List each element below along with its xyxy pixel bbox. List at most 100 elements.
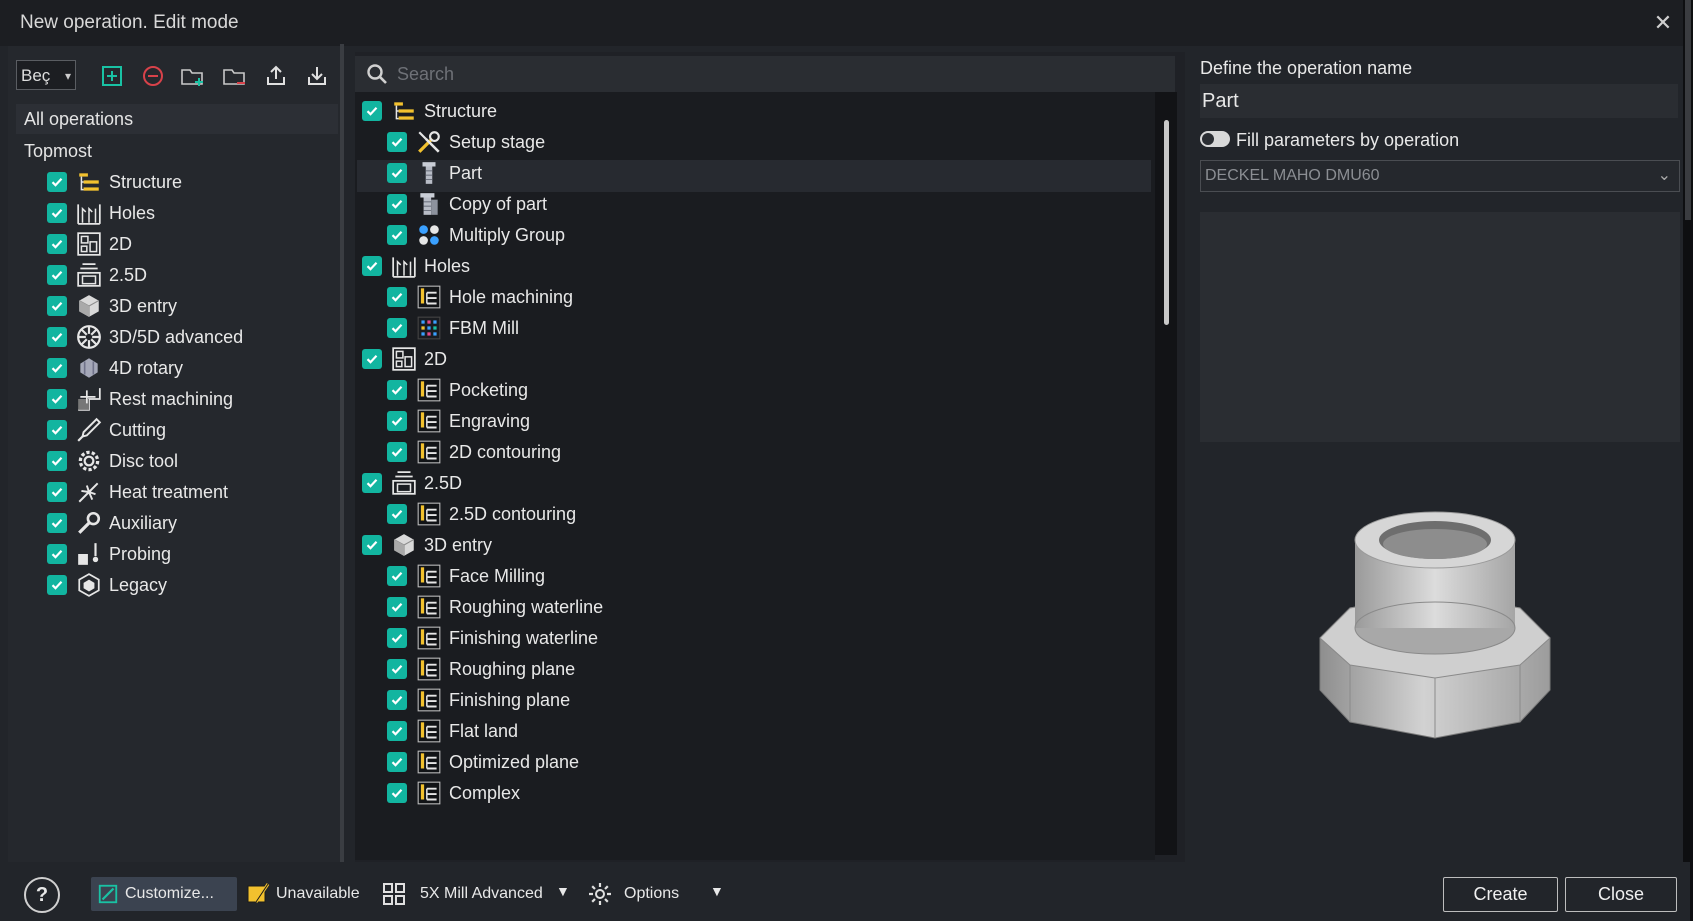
operation-item[interactable]: Roughing waterline — [387, 592, 603, 622]
checkbox[interactable] — [47, 482, 67, 502]
checkbox[interactable] — [47, 296, 67, 316]
operation-item[interactable]: Complex — [387, 778, 520, 808]
all-operations-item[interactable]: All operations — [16, 104, 338, 134]
operation-item[interactable]: Hole machining — [387, 282, 573, 312]
operation-item[interactable]: Part — [387, 158, 482, 188]
mode-chevron-icon[interactable]: ▼ — [556, 883, 570, 899]
operations-scrollbar-thumb[interactable] — [1164, 120, 1169, 325]
checkbox[interactable] — [387, 132, 407, 152]
checkbox[interactable] — [47, 265, 67, 285]
checkbox[interactable] — [47, 358, 67, 378]
machine-select[interactable]: DECKEL MAHO DMU60 ⌄ — [1200, 160, 1680, 192]
operation-item[interactable]: Pocketing — [387, 375, 528, 405]
operation-item[interactable]: 2D contouring — [387, 437, 561, 467]
close-icon[interactable]: ✕ — [1648, 8, 1678, 38]
checkbox[interactable] — [362, 473, 382, 493]
options-chevron-icon[interactable]: ▼ — [710, 883, 724, 899]
operation-item[interactable]: Setup stage — [387, 127, 545, 157]
checkbox[interactable] — [387, 721, 407, 741]
checkbox[interactable] — [387, 318, 407, 338]
category-item[interactable]: Holes — [47, 198, 155, 228]
checkbox[interactable] — [362, 535, 382, 555]
category-item[interactable]: 3D/5D advanced — [47, 322, 243, 352]
customize-button[interactable]: Customize... — [91, 877, 237, 911]
checkbox[interactable] — [362, 256, 382, 276]
checkbox[interactable] — [387, 566, 407, 586]
category-item[interactable]: Disc tool — [47, 446, 178, 476]
options-button[interactable]: Options — [588, 879, 679, 909]
checkbox[interactable] — [387, 442, 407, 462]
checkbox[interactable] — [387, 752, 407, 772]
operation-group-item[interactable]: 2.5D — [362, 468, 462, 498]
operation-name-input[interactable]: Part — [1200, 84, 1678, 118]
window-scrollbar-thumb[interactable] — [1685, 0, 1691, 220]
category-item[interactable]: Auxiliary — [47, 508, 177, 538]
checkbox[interactable] — [387, 380, 407, 400]
checkbox[interactable] — [47, 420, 67, 440]
checkbox[interactable] — [387, 411, 407, 431]
checkbox[interactable] — [362, 349, 382, 369]
operation-group-item[interactable]: 3D entry — [362, 530, 492, 560]
category-item[interactable]: 4D rotary — [47, 353, 183, 383]
unavailable-toggle[interactable]: Unavailable — [246, 879, 360, 909]
operation-item[interactable]: Face Milling — [387, 561, 545, 591]
checkbox[interactable] — [387, 163, 407, 183]
operation-item[interactable]: Finishing plane — [387, 685, 570, 715]
checkbox[interactable] — [387, 597, 407, 617]
create-button[interactable]: Create — [1443, 877, 1558, 912]
checkbox[interactable] — [387, 690, 407, 710]
search-input[interactable]: Search — [397, 64, 454, 85]
checkbox[interactable] — [47, 575, 67, 595]
operation-item[interactable]: Multiply Group — [387, 220, 565, 250]
panel-splitter[interactable] — [340, 44, 344, 864]
remove-icon[interactable] — [138, 62, 168, 90]
checkbox[interactable] — [47, 234, 67, 254]
mode-dropdown[interactable]: 5X Mill Advanced — [382, 879, 543, 909]
operation-group-item[interactable]: Structure — [362, 96, 497, 126]
add-icon[interactable] — [97, 62, 127, 90]
operation-item[interactable]: Copy of part — [387, 189, 547, 219]
checkbox[interactable] — [387, 659, 407, 679]
checkbox[interactable] — [387, 783, 407, 803]
checkbox[interactable] — [387, 287, 407, 307]
add-folder-icon[interactable] — [178, 62, 208, 90]
operation-item[interactable]: Optimized plane — [387, 747, 579, 777]
filter-combo[interactable]: Beç ▾ — [16, 60, 76, 90]
category-item[interactable]: 2D — [47, 229, 132, 259]
category-item[interactable]: 3D entry — [47, 291, 177, 321]
operation-item[interactable]: 2.5D contouring — [387, 499, 576, 529]
search-box[interactable]: Search — [355, 56, 1175, 92]
category-item[interactable]: 2.5D — [47, 260, 147, 290]
checkbox[interactable] — [362, 101, 382, 121]
operation-group-item[interactable]: Holes — [362, 251, 470, 281]
checkbox[interactable] — [47, 513, 67, 533]
operation-item[interactable]: Roughing plane — [387, 654, 575, 684]
category-item[interactable]: Cutting — [47, 415, 166, 445]
category-item[interactable]: Rest machining — [47, 384, 233, 414]
operation-item[interactable]: Engraving — [387, 406, 530, 436]
checkbox[interactable] — [387, 225, 407, 245]
checkbox[interactable] — [47, 451, 67, 471]
category-item[interactable]: Heat treatment — [47, 477, 228, 507]
checkbox[interactable] — [47, 389, 67, 409]
export-icon[interactable] — [261, 62, 291, 90]
operation-item[interactable]: FBM Mill — [387, 313, 519, 343]
checkbox[interactable] — [387, 194, 407, 214]
close-button[interactable]: Close — [1565, 877, 1677, 912]
remove-folder-icon[interactable] — [220, 62, 250, 90]
checkbox[interactable] — [47, 544, 67, 564]
import-icon[interactable] — [302, 62, 332, 90]
category-item[interactable]: Legacy — [47, 570, 167, 600]
fill-parameters-toggle[interactable] — [1200, 131, 1230, 147]
operation-group-item[interactable]: 2D — [362, 344, 447, 374]
help-button[interactable]: ? — [24, 877, 60, 913]
operation-item[interactable]: Finishing waterline — [387, 623, 598, 653]
checkbox[interactable] — [47, 203, 67, 223]
checkbox[interactable] — [387, 504, 407, 524]
checkbox[interactable] — [47, 172, 67, 192]
category-item[interactable]: Probing — [47, 539, 171, 569]
operation-item[interactable]: Flat land — [387, 716, 518, 746]
checkbox[interactable] — [47, 327, 67, 347]
category-item[interactable]: Structure — [47, 167, 182, 197]
checkbox[interactable] — [387, 628, 407, 648]
